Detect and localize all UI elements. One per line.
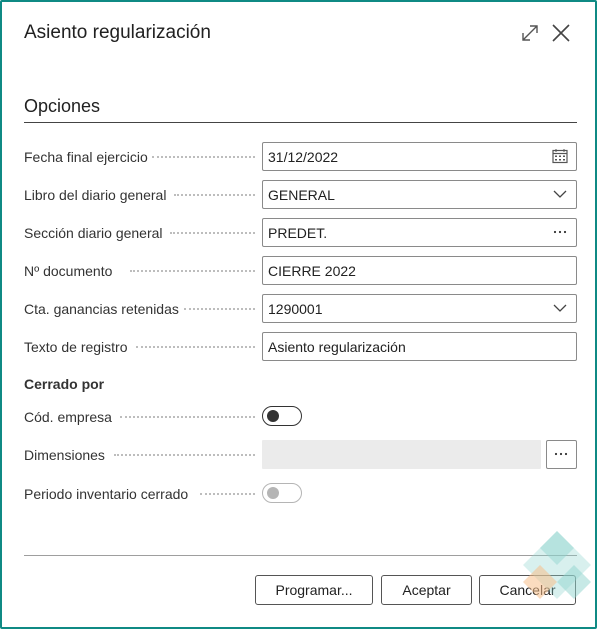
document-no-input[interactable]: CIERRE 2022: [262, 256, 577, 285]
toggle-knob: [267, 410, 279, 422]
retained-earnings-account-select[interactable]: 1290001: [262, 294, 577, 323]
field-value: 31/12/2022: [268, 149, 339, 165]
dialog: Asiento regularización Opciones Fecha fi…: [0, 0, 597, 629]
field-label: Libro del diario general: [24, 187, 167, 203]
expand-icon[interactable]: [519, 22, 541, 44]
company-code-toggle[interactable]: [262, 406, 302, 426]
field-row-company-code: Cód. empresa: [24, 403, 577, 433]
field-value: GENERAL: [268, 187, 335, 203]
dot-leader: [120, 416, 255, 420]
field-value: PREDET.: [268, 225, 328, 241]
toggle-knob: [267, 487, 279, 499]
dot-leader: [136, 346, 255, 350]
dot-leader: [130, 270, 255, 274]
close-icon[interactable]: [550, 22, 572, 44]
field-row-general-journal-batch: Sección diario general PREDET.: [24, 218, 577, 248]
calendar-icon[interactable]: [552, 148, 568, 164]
field-row-general-journal-template: Libro del diario general GENERAL: [24, 180, 577, 210]
field-label: Cód. empresa: [24, 409, 112, 425]
chevron-down-icon[interactable]: [552, 300, 568, 316]
field-row-document-no: Nº documento CIERRE 2022: [24, 256, 577, 286]
field-label: Fecha final ejercicio: [24, 149, 148, 165]
field-label: Sección diario general: [24, 225, 163, 241]
field-label: Periodo inventario cerrado: [24, 486, 189, 502]
chevron-down-icon[interactable]: [552, 186, 568, 202]
dot-leader: [200, 493, 255, 497]
dimensions-field: [262, 440, 541, 469]
inventory-period-closed-toggle[interactable]: [262, 483, 302, 503]
dot-leader: [152, 156, 255, 160]
ellipsis-icon: [553, 446, 569, 467]
field-label: Texto de registro: [24, 339, 128, 355]
dot-leader: [114, 454, 255, 458]
dialog-title: Asiento regularización: [24, 22, 211, 43]
section-divider: [24, 122, 577, 123]
cancel-button[interactable]: Cancelar: [479, 575, 576, 605]
field-row-fiscal-year-end: Fecha final ejercicio 31/12/2022: [24, 142, 577, 172]
field-label: Nº documento: [24, 263, 113, 279]
closed-by-heading: Cerrado por: [24, 376, 105, 392]
fiscal-year-end-input[interactable]: 31/12/2022: [262, 142, 577, 171]
section-title: Opciones: [24, 96, 101, 116]
schedule-button[interactable]: Programar...: [255, 575, 373, 605]
dot-leader: [174, 194, 255, 198]
field-value: 1290001: [268, 301, 323, 317]
field-row-retained-earnings-account: Cta. ganancias retenidas 1290001: [24, 294, 577, 324]
field-row-posting-description: Texto de registro Asiento regularización: [24, 332, 577, 362]
field-row-inventory-period-closed: Periodo inventario cerrado: [24, 480, 577, 510]
general-journal-template-select[interactable]: GENERAL: [262, 180, 577, 209]
general-journal-batch-input[interactable]: PREDET.: [262, 218, 577, 247]
ellipsis-icon[interactable]: [552, 224, 568, 240]
posting-description-input[interactable]: Asiento regularización: [262, 332, 577, 361]
field-value: CIERRE 2022: [268, 263, 356, 279]
dot-leader: [170, 232, 255, 236]
field-row-dimensions: Dimensiones: [24, 440, 577, 470]
field-label: Dimensiones: [24, 447, 105, 463]
dot-leader: [184, 308, 255, 312]
dimensions-lookup-button[interactable]: [546, 440, 577, 469]
ok-button[interactable]: Aceptar: [381, 575, 472, 605]
footer-divider: [24, 555, 577, 556]
field-value: Asiento regularización: [268, 339, 406, 355]
field-label: Cta. ganancias retenidas: [24, 301, 179, 317]
